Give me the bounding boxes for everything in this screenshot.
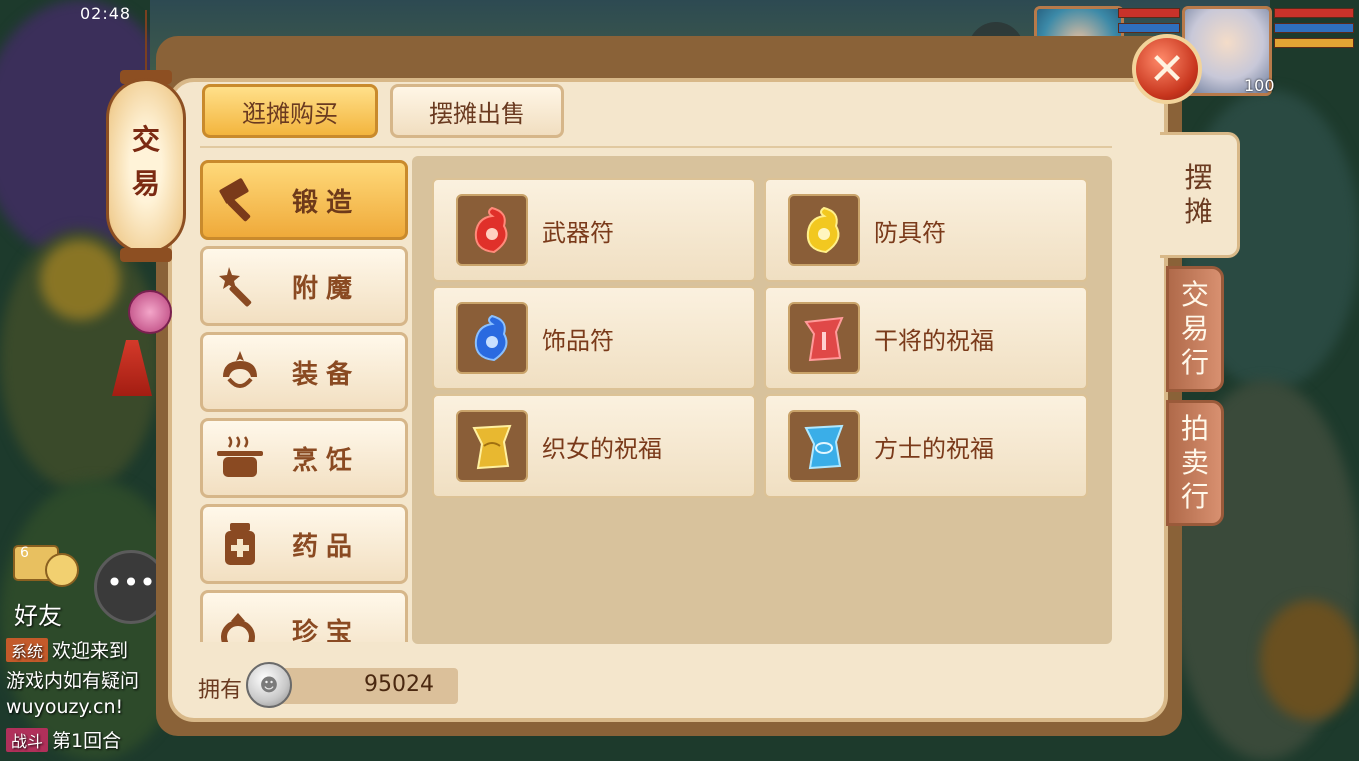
category-equipment[interactable]: 装备 — [200, 332, 408, 412]
item-name: 织女的祝福 — [542, 434, 662, 463]
item-name: 干将的祝福 — [874, 326, 994, 355]
side-tab-label: 交易行 — [1180, 278, 1209, 379]
divider — [200, 146, 1112, 148]
side-tab-label: 拍卖行 — [1180, 412, 1209, 513]
close-button[interactable]: ✕ — [1132, 34, 1202, 104]
chat-text: 第1回合 — [52, 730, 122, 752]
category-label: 附魔 — [291, 273, 360, 304]
category-label: 珍宝 — [291, 617, 360, 643]
item-name: 防具符 — [874, 218, 946, 247]
magic-wand-icon — [213, 259, 267, 313]
player-level: 100 — [1244, 76, 1275, 95]
tab-browse-buy[interactable]: 逛摊购买 — [202, 84, 378, 138]
item-card[interactable]: 饰品符 — [432, 286, 756, 390]
red-scroll-icon — [788, 302, 860, 374]
item-card[interactable]: 织女的祝福 — [432, 394, 756, 498]
tab-label: 逛摊购买 — [242, 99, 338, 128]
chat-text: wuyouzy.cn! — [6, 696, 124, 718]
tab-stall-sell[interactable]: 摆摊出售 — [390, 84, 564, 138]
title-char: 交 — [131, 123, 160, 156]
chat-text: 游戏内如有疑问 — [6, 670, 140, 692]
category-cooking[interactable]: 烹饪 — [200, 418, 408, 498]
yellow-talisman-icon — [788, 194, 860, 266]
chat-tag-system: 系统 — [6, 638, 49, 662]
panel-title: 交 易 — [128, 118, 164, 206]
item-card[interactable]: 武器符 — [432, 178, 756, 282]
side-tab-auction-house[interactable]: 拍卖行 — [1166, 400, 1224, 526]
chat-line: wuyouzy.cn! — [6, 696, 123, 718]
side-tab-label: 摆摊 — [1184, 161, 1213, 228]
gold-scroll-icon — [456, 410, 528, 482]
item-card[interactable]: 方士的祝福 — [764, 394, 1088, 498]
charm-ornament-icon — [128, 290, 172, 334]
title-char: 易 — [131, 167, 160, 200]
side-tab-trading-house[interactable]: 交易行 — [1166, 266, 1224, 392]
chat-line: 游戏内如有疑问 — [6, 666, 139, 693]
category-treasure[interactable]: 珍宝 — [200, 590, 408, 642]
cyan-scroll-icon — [788, 410, 860, 482]
close-icon: ✕ — [1148, 43, 1186, 95]
clock: 02:48 — [80, 4, 132, 23]
friend-label[interactable]: 好友 — [14, 596, 62, 631]
wallet-amount: 95024 — [364, 672, 434, 697]
hammer-icon — [213, 173, 267, 227]
chat-line: 战斗 第1回合 — [6, 726, 121, 753]
category-label: 装备 — [291, 359, 360, 390]
tab-label: 摆摊出售 — [429, 99, 525, 128]
blue-talisman-icon — [456, 302, 528, 374]
item-name: 饰品符 — [542, 326, 614, 355]
medicine-icon — [213, 517, 267, 571]
category-label: 药品 — [291, 531, 360, 562]
helmet-icon — [213, 345, 267, 399]
item-card[interactable]: 干将的祝福 — [764, 286, 1088, 390]
category-list[interactable]: 锻造 附魔 装备 烹饪 药品 珍宝 — [198, 158, 412, 642]
red-talisman-icon — [456, 194, 528, 266]
wallet-label: 拥有 — [198, 678, 243, 703]
category-forging[interactable]: 锻造 — [200, 160, 408, 240]
player-status-bars — [1274, 8, 1354, 53]
side-tab-stall[interactable]: 摆摊 — [1160, 132, 1240, 258]
chat-tag-battle: 战斗 — [6, 728, 49, 752]
ring-icon — [213, 603, 267, 642]
lantern-cap — [120, 248, 172, 262]
item-name: 方士的祝福 — [874, 434, 994, 463]
silver-coin-icon: ☻ — [246, 662, 292, 708]
friend-count-badge: 6 — [20, 545, 29, 561]
item-card[interactable]: 防具符 — [764, 178, 1088, 282]
category-label: 锻造 — [291, 187, 360, 218]
item-name: 武器符 — [542, 218, 614, 247]
category-enchant[interactable]: 附魔 — [200, 246, 408, 326]
chat-line: 系统 欢迎来到 — [6, 636, 128, 663]
chat-text: 欢迎来到 — [52, 640, 129, 662]
category-label: 烹饪 — [291, 445, 360, 476]
cooking-pot-icon — [213, 431, 267, 485]
category-medicine[interactable]: 药品 — [200, 504, 408, 584]
